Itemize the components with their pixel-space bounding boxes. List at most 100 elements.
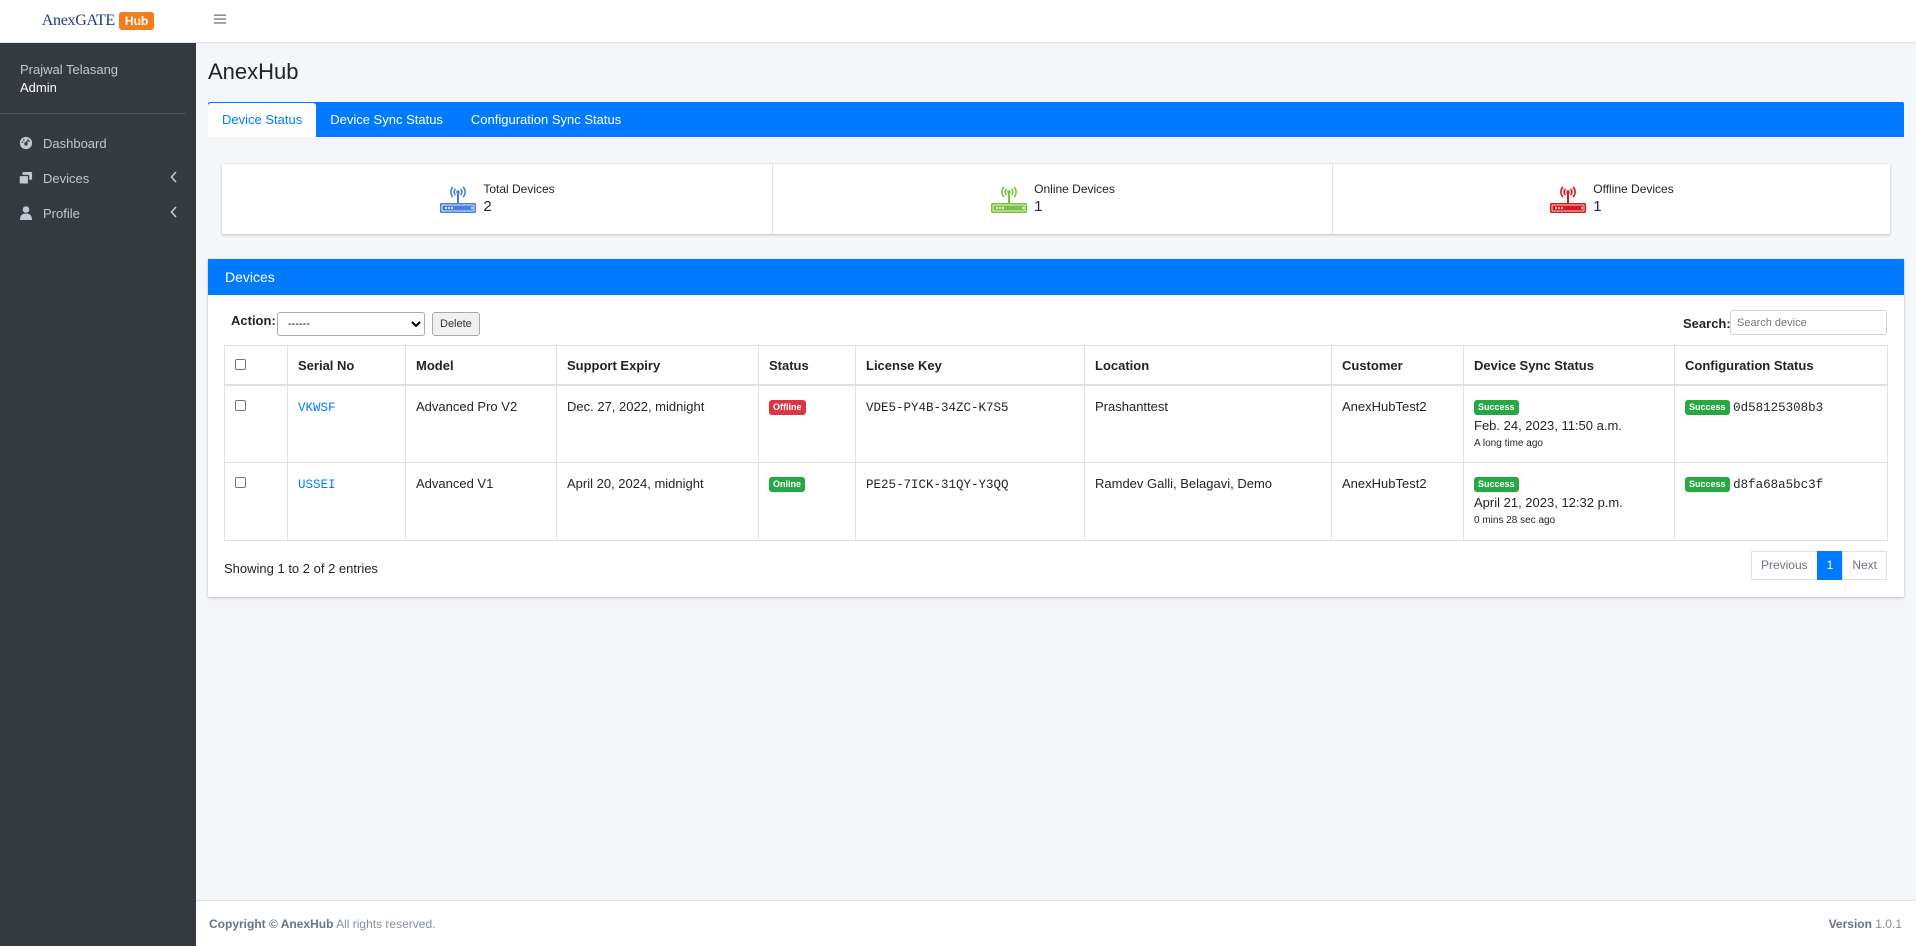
column-header[interactable]: Configuration Status [1674, 345, 1888, 386]
menu-toggle-icon[interactable] [214, 13, 226, 28]
row-checkbox[interactable] [235, 477, 246, 488]
row-select-cell [224, 462, 288, 541]
config-hash: d8fa68a5bc3f [1733, 478, 1824, 492]
stat-value: 1 [1593, 198, 1602, 215]
sidebar-item-profile[interactable]: Profile [0, 196, 196, 230]
user-name[interactable]: Prajwal Telasang [20, 61, 166, 79]
table-row: VKWSF Advanced Pro V2 Dec. 27, 2022, mid… [224, 384, 1888, 463]
brand-logo[interactable]: AnexGATE Hub [0, 0, 196, 43]
config-status-cell: Success 0d58125308b3 [1674, 384, 1888, 463]
table-header-row: Serial No Model Support Expiry Status Li… [224, 345, 1888, 386]
stat-label: Offline Devices [1593, 182, 1674, 196]
tab-configuration-sync-status[interactable]: Configuration Sync Status [457, 103, 635, 137]
serial-cell: VKWSF [287, 384, 406, 463]
column-header[interactable]: Status [758, 345, 856, 386]
stat-offline-devices: Offline Devices 1 [1333, 164, 1890, 234]
pagination-next[interactable]: Next [1842, 551, 1887, 580]
dashboard-icon [18, 135, 34, 151]
serial-link[interactable]: USSEI [298, 478, 336, 492]
location-cell: Prashanttest [1084, 384, 1332, 463]
page-title: AnexHub [208, 59, 299, 84]
router-icon [1549, 182, 1587, 217]
sync-status-badge: Success [1474, 399, 1519, 415]
status-badge: Online [769, 477, 806, 493]
table-info: Showing 1 to 2 of 2 entries [224, 561, 378, 576]
license-cell: PE25-7ICK-31QY-Y3QQ [855, 462, 1085, 541]
stat-total-devices: Total Devices 2 [222, 164, 773, 234]
footer: Copyright © AnexHub All rights reserved.… [196, 900, 1916, 946]
column-header[interactable]: Customer [1331, 345, 1464, 386]
pagination-page[interactable]: 1 [1816, 551, 1844, 580]
devices-table: Serial No Model Support Expiry Status Li… [224, 345, 1888, 541]
chevron-left-icon [170, 206, 178, 221]
sidebar-item-label: Devices [43, 170, 90, 186]
stat-value: 2 [483, 198, 492, 215]
location-cell: Ramdev Galli, Belagavi, Demo [1084, 462, 1332, 541]
search-label: Search: [1683, 316, 1731, 331]
device-sync-cell: Success Feb. 24, 2023, 11:50 a.m. A long… [1463, 384, 1675, 463]
device-sync-cell: Success April 21, 2023, 12:32 p.m. 0 min… [1463, 462, 1675, 541]
sidebar-nav: Dashboard Devices Profile [0, 114, 196, 230]
license-cell: VDE5-PY4B-34ZC-K7S5 [855, 384, 1085, 463]
column-header[interactable]: License Key [855, 345, 1085, 386]
tabs-bar: Device Status Device Sync Status Configu… [208, 102, 1904, 137]
stat-label: Total Devices [483, 182, 555, 196]
config-status-badge: Success [1685, 399, 1730, 415]
user-role: Admin [20, 80, 57, 95]
tab-device-status[interactable]: Device Status [208, 103, 317, 137]
column-header[interactable]: Location [1084, 345, 1332, 386]
sync-date: Feb. 24, 2023, 11:50 a.m. [1474, 417, 1622, 433]
version-number: 1.0.1 [1875, 917, 1902, 931]
version-label: Version [1828, 917, 1872, 931]
sidebar-item-label: Profile [43, 205, 80, 221]
customer-cell: AnexHubTest2 [1331, 462, 1464, 541]
config-hash: 0d58125308b3 [1733, 400, 1824, 415]
sync-date: April 21, 2023, 12:32 p.m. [1474, 495, 1623, 511]
footer-version: Version 1.0.1 [1829, 917, 1902, 931]
license-key: PE25-7ICK-31QY-Y3QQ [866, 478, 1009, 492]
config-status-badge: Success [1685, 477, 1730, 493]
table-row: USSEI Advanced V1 April 20, 2024, midnig… [224, 462, 1888, 541]
action-label: Action: [231, 313, 276, 328]
devices-icon [18, 170, 34, 186]
sidebar-item-devices[interactable]: Devices [0, 161, 196, 195]
select-all-checkbox[interactable] [235, 359, 246, 370]
sidebar-item-label: Dashboard [43, 135, 107, 151]
stat-online-devices: Online Devices 1 [773, 164, 1333, 234]
row-checkbox[interactable] [235, 399, 246, 411]
status-badge: Offline [769, 399, 806, 415]
sync-ago: 0 mins 28 sec ago [1474, 515, 1556, 527]
status-cell: Offline [758, 384, 856, 463]
license-key: VDE5-PY4B-34ZC-K7S5 [866, 400, 1009, 415]
footer-copyright: Copyright © AnexHub All rights reserved. [209, 917, 435, 931]
column-header[interactable]: Model [405, 345, 557, 386]
column-header[interactable]: Device Sync Status [1463, 345, 1675, 386]
action-select[interactable]: ------ [277, 312, 425, 336]
config-status-cell: Success d8fa68a5bc3f [1674, 462, 1888, 541]
expiry-cell: Dec. 27, 2022, midnight [556, 384, 759, 463]
serial-cell: USSEI [287, 462, 406, 541]
chevron-left-icon [170, 171, 178, 186]
user-icon [18, 205, 34, 221]
brand-badge: Hub [118, 12, 155, 30]
column-header[interactable]: Support Expiry [556, 345, 759, 386]
devices-card: Devices Action: ------ Delete Search: Se… [208, 259, 1904, 597]
column-header[interactable]: Serial No [287, 345, 406, 386]
copyright-text: Copyright © AnexHub [209, 917, 334, 931]
search-input[interactable] [1730, 310, 1887, 335]
status-cell: Online [758, 462, 856, 541]
delete-button[interactable]: Delete [432, 312, 480, 336]
stat-value: 1 [1034, 198, 1043, 215]
table-toolbar: Action: ------ Delete Search: [208, 295, 1904, 345]
sidebar-item-dashboard[interactable]: Dashboard [0, 126, 196, 160]
sidebar: AnexGATE Hub Prajwal Telasang Admin Dash… [0, 0, 196, 946]
user-panel: Prajwal Telasang Admin [0, 43, 186, 114]
sync-status-badge: Success [1474, 477, 1519, 493]
router-icon [439, 182, 477, 217]
pagination: Previous 1 Next [1750, 551, 1887, 580]
pagination-previous[interactable]: Previous [1750, 551, 1818, 580]
row-select-cell [224, 384, 288, 463]
serial-link[interactable]: VKWSF [298, 401, 336, 415]
stats-panel: Total Devices 2 Online Devices 1 Offline… [222, 164, 1890, 234]
tab-device-sync-status[interactable]: Device Sync Status [316, 103, 457, 137]
